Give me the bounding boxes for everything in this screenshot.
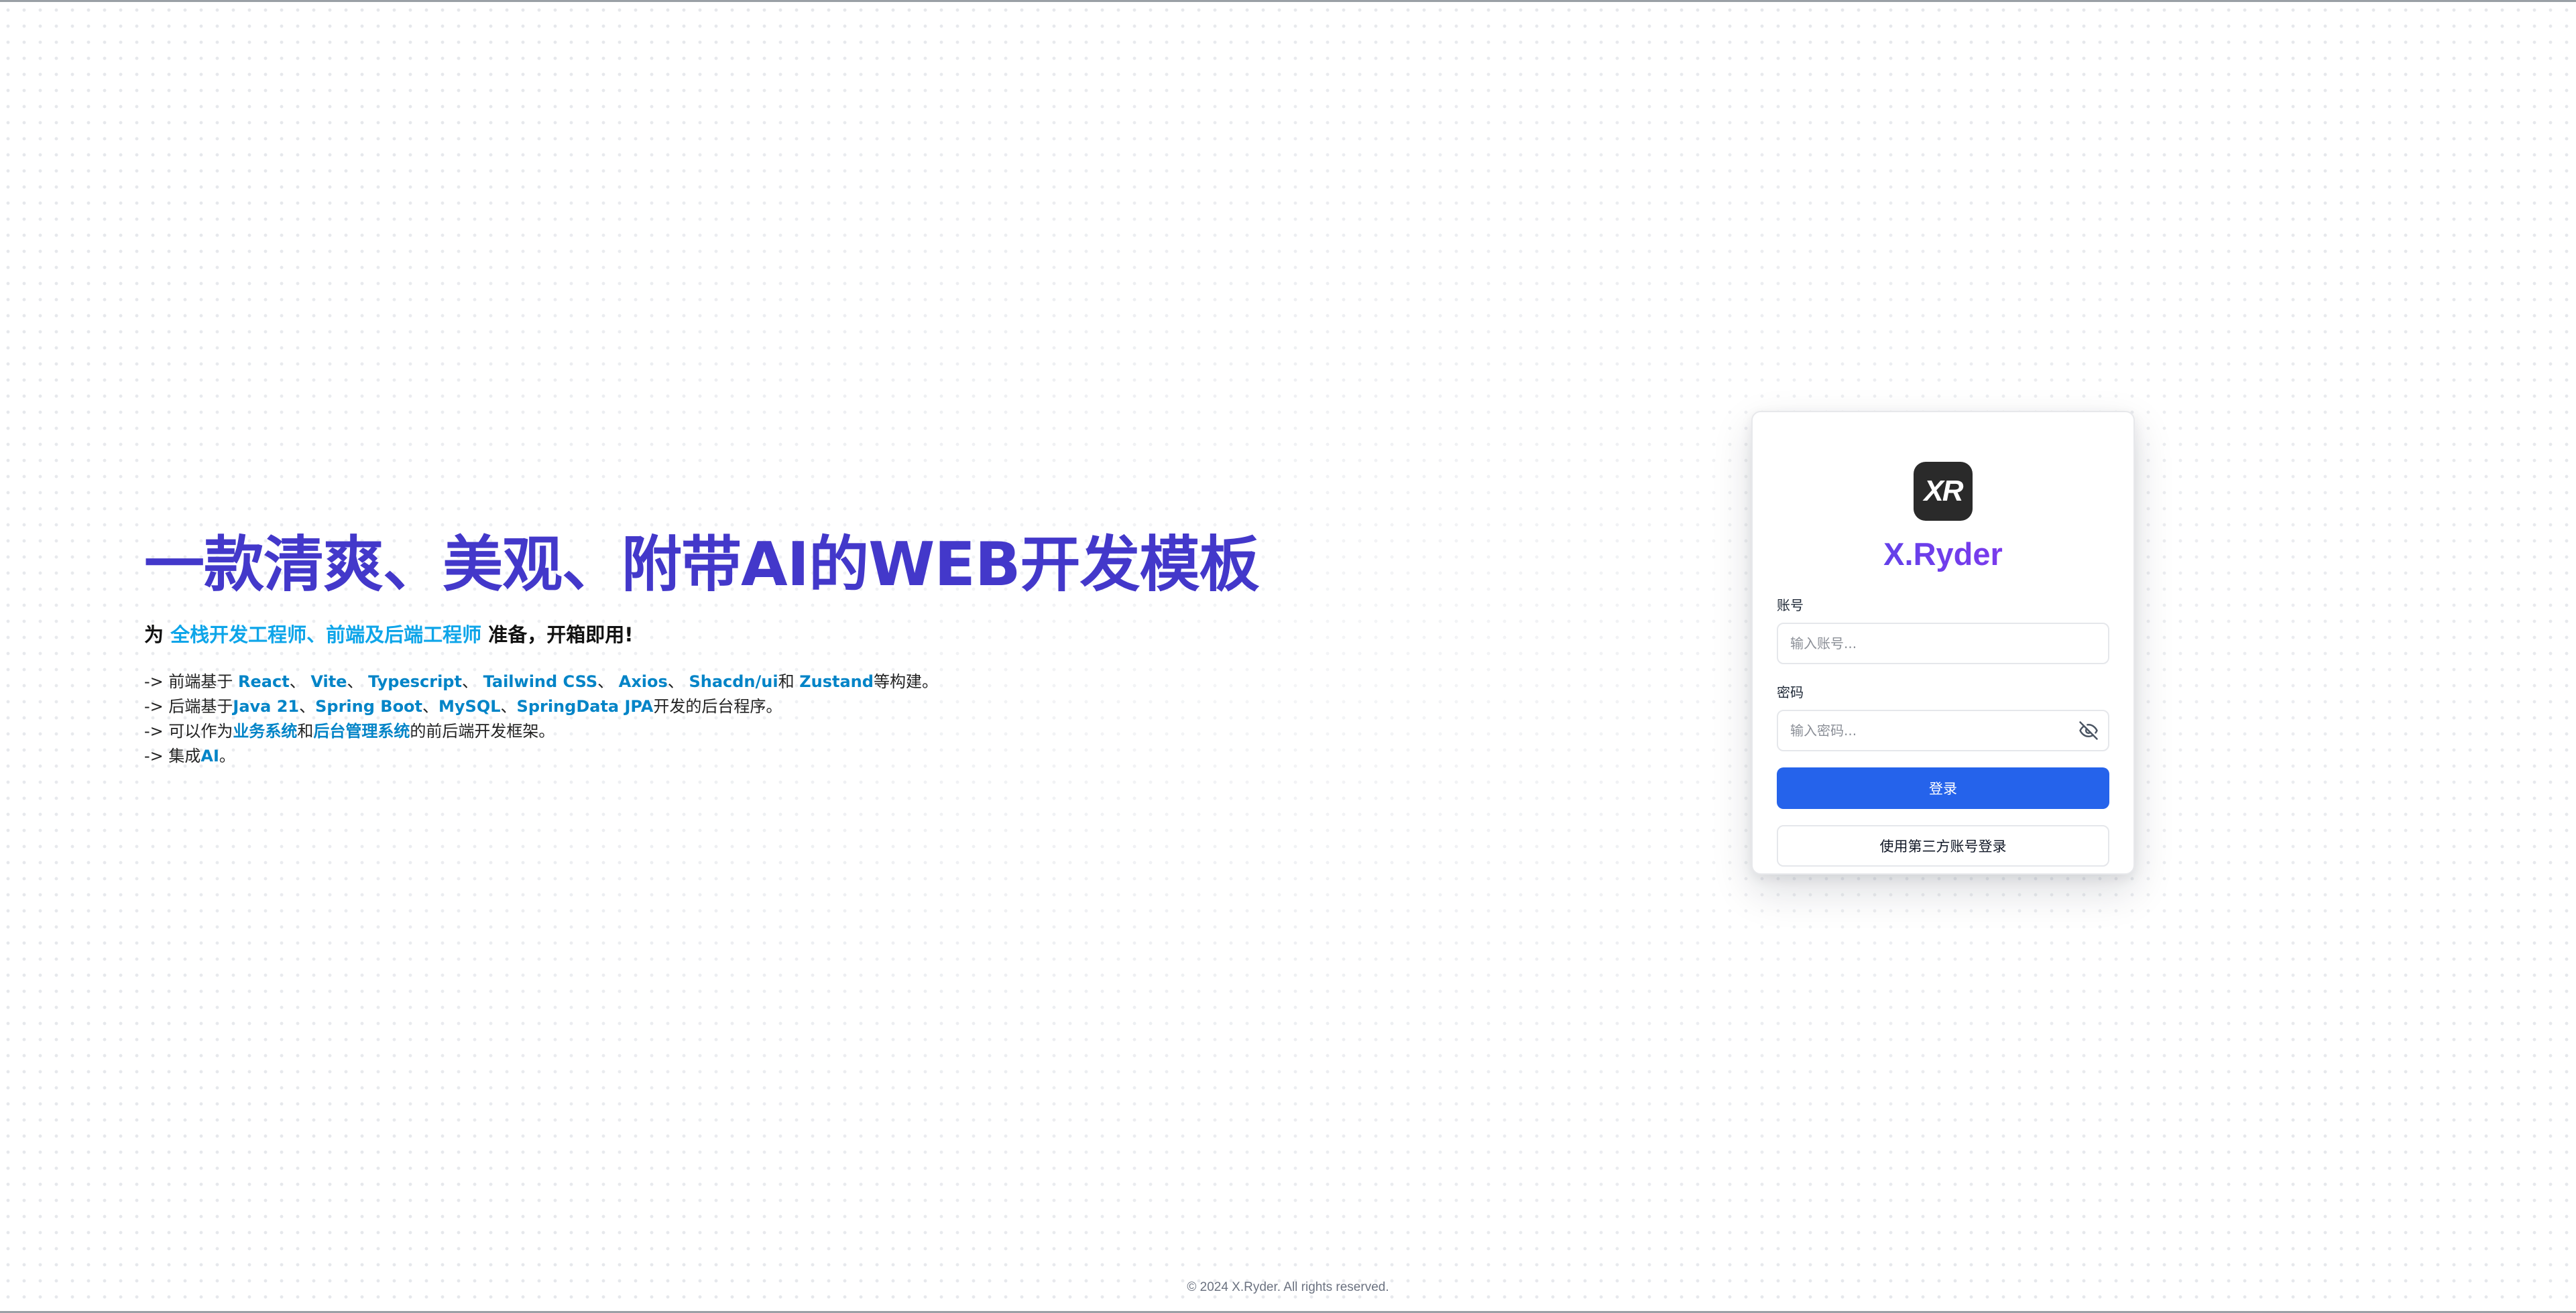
account-label: 账号 bbox=[1777, 597, 1804, 613]
hero-subtitle-prefix: 为 bbox=[144, 623, 171, 646]
password-label: 密码 bbox=[1777, 684, 1804, 700]
feature-text: 、 bbox=[667, 672, 689, 691]
feature-text: 、 bbox=[500, 697, 517, 716]
feature-highlight: Java 21 bbox=[233, 697, 300, 716]
feature-text: 、 bbox=[347, 672, 369, 691]
hero-subtitle-highlight: 全栈开发工程师、前端及后端工程师 bbox=[170, 623, 482, 646]
feature-highlight: Vite bbox=[310, 672, 347, 691]
feature-item: -> 可以作为业务系统和后台管理系统的前后端开发框架。 bbox=[144, 719, 1284, 744]
password-input[interactable] bbox=[1777, 710, 2109, 751]
brand-name: X.Ryder bbox=[1777, 534, 2109, 574]
feature-highlight: 后台管理系统 bbox=[313, 722, 410, 741]
feature-highlight: Tailwind CSS bbox=[483, 672, 598, 691]
feature-text: 、 bbox=[289, 672, 311, 691]
feature-highlight: Typescript bbox=[368, 672, 462, 691]
account-input[interactable] bbox=[1777, 623, 2109, 664]
feature-highlight: Zustand bbox=[799, 672, 874, 691]
feature-text: -> 可以作为 bbox=[144, 722, 233, 741]
feature-text: 等构建。 bbox=[873, 672, 938, 691]
feature-text: -> 后端基于 bbox=[144, 697, 233, 716]
footer-copyright: © 2024 X.Ryder. All rights reserved. bbox=[1187, 1280, 1389, 1294]
hero-section: 一款清爽、美观、附带AI的WEB开发模板 为 全栈开发工程师、前端及后端工程师 … bbox=[144, 525, 1284, 769]
feature-text: 、 bbox=[299, 697, 316, 716]
login-card: XR X.Ryder 账号 密码 登录 使用第三方账号登录 bbox=[1751, 411, 2135, 875]
feature-text: 和 bbox=[778, 672, 800, 691]
hero-title: 一款清爽、美观、附带AI的WEB开发模板 bbox=[144, 529, 1260, 600]
hero-subtitle-suffix: 准备，开箱即用! bbox=[481, 623, 634, 646]
feature-text: -> 前端基于 bbox=[144, 672, 239, 691]
login-page: 一款清爽、美观、附带AI的WEB开发模板 为 全栈开发工程师、前端及后端工程师 … bbox=[0, 0, 2576, 1313]
feature-item: -> 前端基于 React、 Vite、 Typescript、 Tailwin… bbox=[144, 670, 1284, 694]
feature-text: 、 bbox=[461, 672, 483, 691]
feature-highlight: Axios bbox=[618, 672, 668, 691]
feature-highlight: MySQL bbox=[438, 697, 501, 716]
feature-highlight: Spring Boot bbox=[315, 697, 423, 716]
eye-off-icon[interactable] bbox=[2077, 719, 2100, 742]
feature-text: 的前后端开发框架。 bbox=[410, 722, 555, 741]
feature-list: -> 前端基于 React、 Vite、 Typescript、 Tailwin… bbox=[144, 670, 1284, 769]
feature-text: -> 集成 bbox=[144, 747, 201, 765]
hero-subtitle: 为 全栈开发工程师、前端及后端工程师 准备，开箱即用! bbox=[144, 620, 1284, 649]
feature-highlight: React bbox=[238, 672, 290, 691]
password-field-wrap bbox=[1777, 710, 2109, 751]
feature-item: -> 集成AI。 bbox=[144, 744, 1284, 769]
login-button[interactable]: 登录 bbox=[1777, 767, 2109, 809]
account-field-wrap bbox=[1777, 623, 2109, 664]
feature-text: 。 bbox=[219, 747, 235, 765]
feature-highlight: Shacdn/ui bbox=[689, 672, 778, 691]
feature-text: 开发的后台程序。 bbox=[653, 697, 782, 716]
feature-highlight: SpringData JPA bbox=[516, 697, 654, 716]
feature-text: 、 bbox=[422, 697, 439, 716]
feature-highlight: AI bbox=[200, 747, 219, 765]
feature-highlight: 业务系统 bbox=[233, 722, 298, 741]
feature-item: -> 后端基于Java 21、Spring Boot、MySQL、SpringD… bbox=[144, 694, 1284, 719]
brand-logo: XR bbox=[1914, 462, 1973, 521]
third-party-login-button[interactable]: 使用第三方账号登录 bbox=[1777, 825, 2109, 867]
feature-text: 和 bbox=[297, 722, 314, 741]
feature-text: 、 bbox=[597, 672, 619, 691]
